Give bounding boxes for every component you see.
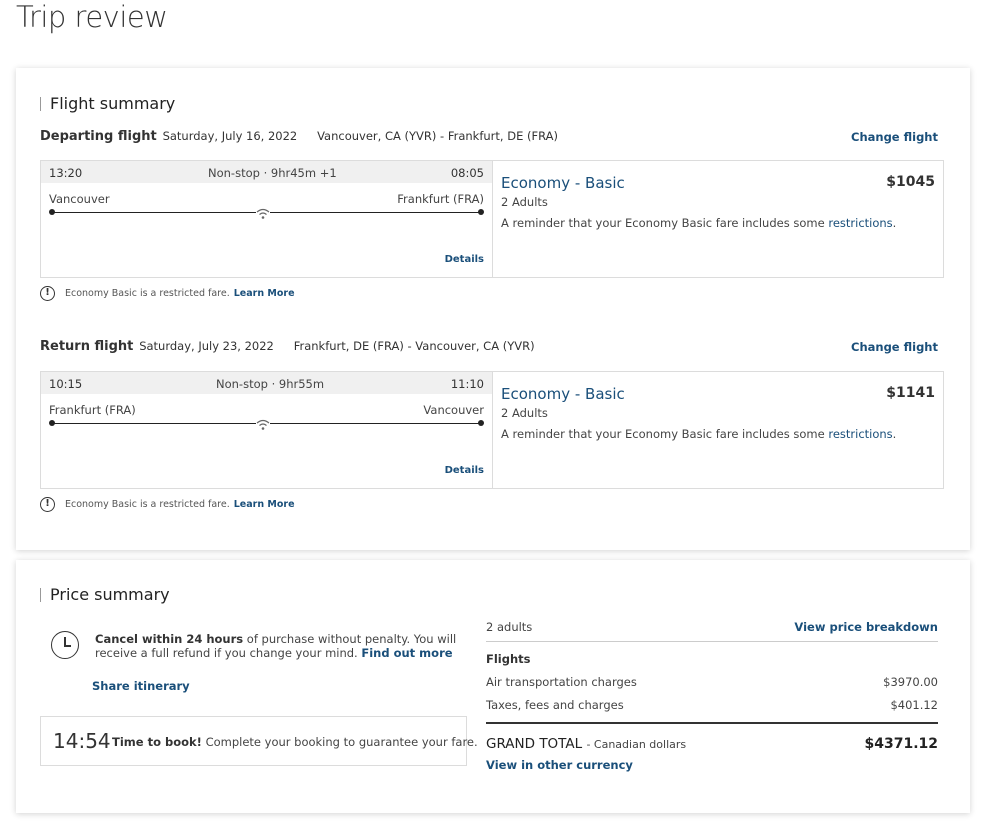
view-other-currency-link[interactable]: View in other currency — [486, 758, 938, 772]
origin-dot — [49, 420, 55, 426]
departing-flight-label: Departing flight — [40, 129, 157, 144]
alert-icon: ! — [40, 286, 55, 301]
return-fare-note: A reminder that your Economy Basic fare … — [501, 427, 896, 441]
wifi-icon — [256, 416, 270, 430]
departing-stop-info: Non-stop · 9hr45m +1 — [208, 166, 337, 180]
cancel-policy-bold: Cancel within 24 hours — [95, 632, 244, 646]
restriction-text: Economy Basic is a restricted fare. — [65, 499, 230, 510]
return-to-city: Vancouver — [423, 403, 484, 417]
price-breakdown-panel: 2 adults View price breakdown Flights Ai… — [486, 620, 938, 772]
booking-timer-message: Time to book! Complete your booking to g… — [112, 735, 478, 749]
booking-timer-box: 14:54 Time to book! Complete your bookin… — [40, 716, 478, 766]
return-flight-box: 10:15 Non-stop · 9hr55m 11:10 Frankfurt … — [40, 371, 944, 489]
departing-passengers: 2 Adults — [501, 195, 548, 209]
destination-dot — [478, 420, 484, 426]
origin-dot — [49, 209, 55, 215]
adults-row: 2 adults View price breakdown — [486, 620, 938, 642]
departing-to-city: Frankfurt (FRA) — [397, 192, 484, 206]
return-flight-header: Return flight Saturday, July 23, 2022 Fr… — [40, 339, 535, 354]
page-title: Trip review — [16, 0, 168, 34]
price-row-label: Taxes, fees and charges — [486, 698, 624, 712]
return-details-link[interactable]: Details — [445, 465, 484, 476]
departing-arr-time: 08:05 — [450, 166, 484, 180]
wifi-icon — [256, 205, 270, 219]
return-fare-name[interactable]: Economy - Basic — [501, 385, 625, 403]
return-flight-itinerary: 10:15 Non-stop · 9hr55m 11:10 Frankfurt … — [41, 372, 493, 488]
total-divider — [486, 722, 938, 724]
timer-rest: Complete your booking to guarantee your … — [205, 735, 478, 749]
fare-note-text: A reminder that your Economy Basic fare … — [501, 427, 825, 441]
return-flight-route: Frankfurt, DE (FRA) - Vancouver, CA (YVR… — [293, 339, 535, 353]
timer-bold: Time to book! — [112, 735, 202, 749]
return-flight-date: Saturday, July 23, 2022 — [139, 339, 274, 353]
return-from-city: Frankfurt (FRA) — [49, 403, 136, 417]
departing-dep-time: 13:20 — [49, 166, 83, 180]
fare-note-text: A reminder that your Economy Basic fare … — [501, 216, 825, 230]
grand-total-label: GRAND TOTAL - Canadian dollars — [486, 736, 686, 752]
departing-fare-name[interactable]: Economy - Basic — [501, 174, 625, 192]
departing-flight-itinerary: 13:20 Non-stop · 9hr45m +1 08:05 Vancouv… — [41, 161, 493, 277]
grand-total-row: GRAND TOTAL - Canadian dollars $4371.12 — [486, 736, 938, 758]
grand-total-value: $4371.12 — [864, 736, 938, 752]
departing-fare-panel: Economy - Basic $1045 2 Adults A reminde… — [493, 161, 943, 277]
flight-summary-title: Flight summary — [40, 96, 175, 112]
price-row: Air transportation charges $3970.00 — [486, 675, 938, 698]
return-dep-time: 10:15 — [49, 377, 83, 391]
departing-flight-box: 13:20 Non-stop · 9hr45m +1 08:05 Vancouv… — [40, 160, 944, 278]
departing-restriction-notice: ! Economy Basic is a restricted fare. Le… — [40, 286, 295, 301]
return-fare-price: $1141 — [886, 385, 935, 401]
fare-note-period: . — [892, 427, 897, 441]
restrictions-link[interactable]: restrictions — [828, 427, 892, 441]
change-return-flight-link[interactable]: Change flight — [851, 340, 938, 354]
return-passengers: 2 Adults — [501, 406, 548, 420]
return-fare-panel: Economy - Basic $1141 2 Adults A reminde… — [493, 372, 943, 488]
price-row: Taxes, fees and charges $401.12 — [486, 698, 938, 721]
view-price-breakdown-link[interactable]: View price breakdown — [794, 620, 938, 634]
grand-total-text: GRAND TOTAL — [486, 736, 583, 752]
booking-timer: 14:54 — [53, 729, 111, 753]
departing-flight-date: Saturday, July 16, 2022 — [162, 129, 298, 143]
price-row-value: $3970.00 — [883, 675, 938, 689]
flights-subheading: Flights — [486, 652, 531, 666]
departing-details-link[interactable]: Details — [445, 254, 484, 265]
share-itinerary-link[interactable]: Share itinerary — [92, 679, 190, 693]
clock-icon — [51, 631, 79, 659]
adults-label: 2 adults — [486, 620, 533, 634]
price-summary-card: Price summary Cancel within 24 hours of … — [16, 560, 970, 813]
flight-summary-card: Flight summary Departing flight Saturday… — [16, 68, 970, 550]
departing-flight-route: Vancouver, CA (YVR) - Frankfurt, DE (FRA… — [317, 129, 558, 143]
change-departing-flight-link[interactable]: Change flight — [851, 130, 938, 144]
fare-note-period: . — [892, 216, 897, 230]
find-out-more-link[interactable]: Find out more — [361, 646, 452, 660]
price-summary-title: Price summary — [40, 587, 170, 603]
return-restriction-notice: ! Economy Basic is a restricted fare. Le… — [40, 497, 295, 512]
departing-flight-header: Departing flight Saturday, July 16, 2022… — [40, 129, 558, 144]
departing-from-city: Vancouver — [49, 192, 110, 206]
price-row-value: $401.12 — [890, 698, 938, 712]
restriction-text: Economy Basic is a restricted fare. — [65, 288, 230, 299]
departing-fare-price: $1045 — [886, 174, 935, 190]
alert-icon: ! — [40, 497, 55, 512]
learn-more-link[interactable]: Learn More — [234, 499, 295, 510]
grand-total-currency: - Canadian dollars — [586, 738, 687, 751]
departing-fare-note: A reminder that your Economy Basic fare … — [501, 216, 896, 230]
destination-dot — [478, 209, 484, 215]
return-arr-time: 11:10 — [450, 377, 484, 391]
learn-more-link[interactable]: Learn More — [234, 288, 295, 299]
price-row-label: Air transportation charges — [486, 675, 637, 689]
cancel-policy-text: Cancel within 24 hours of purchase witho… — [95, 632, 475, 660]
restrictions-link[interactable]: restrictions — [828, 216, 892, 230]
return-stop-info: Non-stop · 9hr55m — [216, 377, 325, 391]
return-flight-label: Return flight — [40, 339, 134, 354]
